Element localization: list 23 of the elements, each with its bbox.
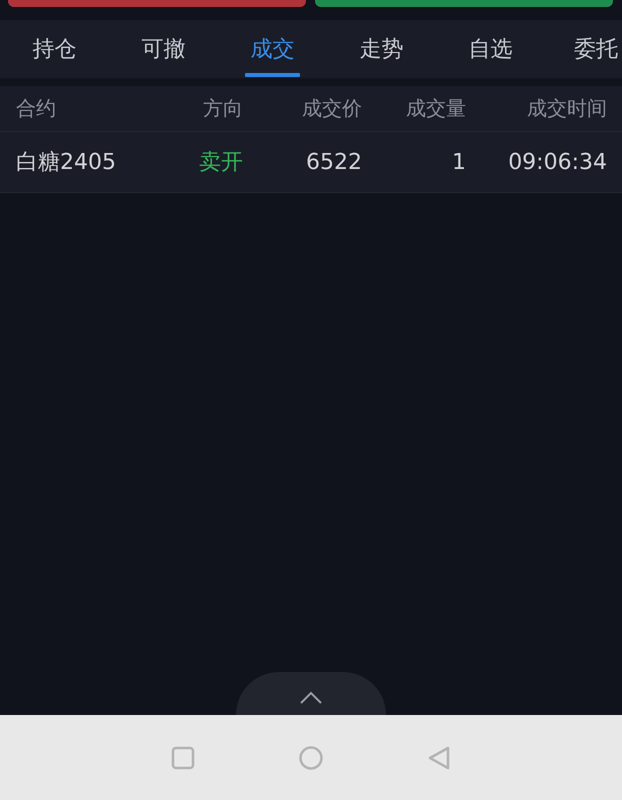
tab[interactable]: 持仓 [0, 20, 109, 78]
tab[interactable]: 成交 [218, 20, 327, 78]
table-cell-text: 白糖2405 [16, 149, 117, 177]
column-header: 成交价 [301, 95, 362, 122]
action-button[interactable] [8, 0, 306, 7]
table-cell-text: 09:06:34 [507, 150, 607, 174]
column-header: 成交量 [405, 95, 466, 122]
tab[interactable]: 自选 [436, 20, 545, 78]
column-header: 方向 [202, 95, 243, 122]
tab[interactable]: 委托 [545, 20, 622, 78]
chevron-up-icon [299, 691, 323, 705]
column-header: 成交时间 [526, 95, 607, 122]
tab[interactable]: 走势 [327, 20, 436, 78]
back-icon[interactable] [427, 746, 451, 770]
table-cell-text: 6522 [305, 150, 362, 174]
table-cell-text: 1 [451, 150, 466, 174]
tab[interactable]: 可撤 [109, 20, 218, 78]
table-row[interactable]: 白糖2405 卖开 6522 1 09:06:34 [0, 132, 622, 193]
home-icon[interactable] [299, 746, 323, 770]
table-cell-text: 卖开 [198, 149, 243, 177]
recent-apps-icon[interactable] [171, 746, 195, 770]
action-button[interactable] [315, 0, 613, 7]
column-header: 合约 [16, 95, 57, 122]
